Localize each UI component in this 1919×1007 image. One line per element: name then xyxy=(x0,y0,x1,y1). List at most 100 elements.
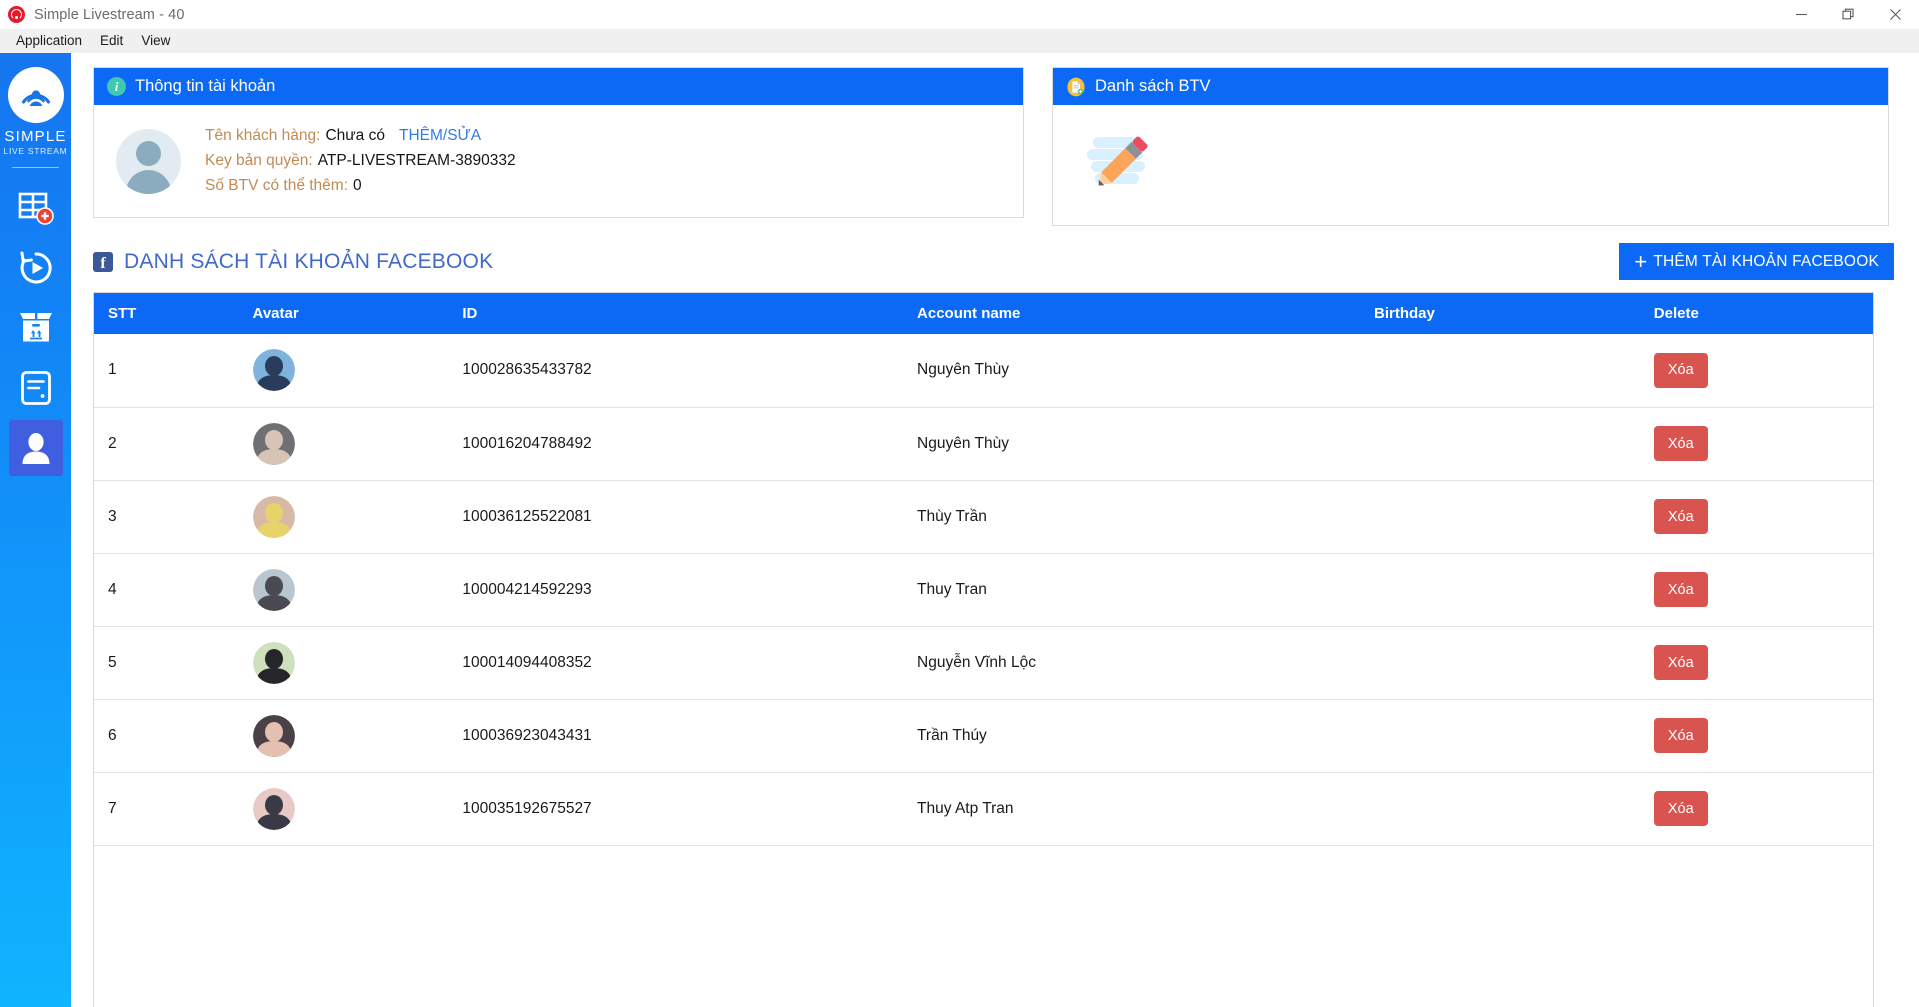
menu-item-application[interactable]: Application xyxy=(7,30,91,51)
menu-item-edit[interactable]: Edit xyxy=(91,30,132,51)
sidebar: SIMPLE LIVE STREAM xyxy=(0,53,71,1007)
cell-avatar xyxy=(238,480,449,554)
delete-row-button[interactable]: Xóa xyxy=(1653,426,1708,461)
btv-panel-body xyxy=(1053,105,1888,225)
cell-birthday xyxy=(1360,334,1640,408)
delete-row-button[interactable]: Xóa xyxy=(1653,352,1708,388)
cell-avatar xyxy=(238,553,449,627)
menu-item-view[interactable]: View xyxy=(132,30,179,51)
sidebar-item-document[interactable] xyxy=(9,360,63,416)
edit-customer-name-link[interactable]: THÊM/SỬA xyxy=(399,127,481,145)
btv-panel-header: Danh sách BTV xyxy=(1053,68,1888,105)
sidebar-item-add-table[interactable] xyxy=(9,180,63,236)
cell-birthday xyxy=(1360,699,1640,773)
cell-delete: Xóa xyxy=(1639,334,1873,408)
avatar xyxy=(252,422,295,465)
column-header-stt: STT xyxy=(94,293,239,334)
column-header-birthday: Birthday xyxy=(1360,293,1640,334)
body: SIMPLE LIVE STREAM i Thông tin tài khoản… xyxy=(0,53,1919,1007)
table-row: 5 100014094408352 Nguyễn Vĩnh Lộc Xóa xyxy=(94,626,1873,700)
cell-account-name: Thùy Trần xyxy=(903,480,1361,554)
cell-id: 100004214592293 xyxy=(448,553,904,627)
table-row: 2 100016204788492 Nguyên Thùy Xóa xyxy=(94,407,1873,481)
sidebar-item-replay[interactable] xyxy=(9,240,63,296)
cell-delete: Xóa xyxy=(1639,407,1873,481)
cell-stt: 7 xyxy=(94,772,239,846)
cell-id: 100016204788492 xyxy=(448,407,904,481)
pencil-icon xyxy=(1079,136,1163,207)
cell-id: 100014094408352 xyxy=(448,626,904,700)
column-header-delete: Delete xyxy=(1639,293,1873,334)
broadcast-icon xyxy=(8,6,25,23)
default-avatar-icon xyxy=(116,129,181,194)
account-row-customer-name: Tên khách hàng: Chưa có THÊM/SỬA xyxy=(205,127,516,145)
facebook-icon: f xyxy=(93,251,113,272)
delete-row-button[interactable]: Xóa xyxy=(1653,645,1708,680)
cell-birthday xyxy=(1360,553,1640,627)
cell-account-name: Trần Thúy xyxy=(903,699,1361,773)
btv-count-value: 0 xyxy=(353,177,362,194)
account-row-btv-count: Số BTV có thể thêm: 0 xyxy=(205,177,516,195)
add-table-icon xyxy=(18,190,54,226)
btv-panel-title: Danh sách BTV xyxy=(1095,77,1211,95)
cell-id: 100036923043431 xyxy=(448,699,904,773)
main-content: i Thông tin tài khoản Tên khách hàng: Ch… xyxy=(71,53,1919,1007)
info-icon: i xyxy=(107,77,126,96)
column-header-id: ID xyxy=(448,293,904,334)
avatar xyxy=(252,714,295,757)
document-badge-icon xyxy=(1066,77,1086,97)
sidebar-item-account[interactable] xyxy=(8,419,63,476)
cell-delete: Xóa xyxy=(1639,480,1873,554)
cell-birthday xyxy=(1360,407,1640,481)
delete-row-button[interactable]: Xóa xyxy=(1653,572,1708,607)
restore-button[interactable] xyxy=(1825,0,1872,29)
cell-avatar xyxy=(238,334,449,408)
delete-row-button[interactable]: Xóa xyxy=(1653,791,1708,826)
account-panel-header: i Thông tin tài khoản xyxy=(94,68,1023,105)
table-row: 7 100035192675527 Thuy Atp Tran Xóa xyxy=(94,772,1873,846)
account-row-license-key: Key bản quyền: ATP-LIVESTREAM-3890332 xyxy=(205,152,516,170)
minimize-button[interactable] xyxy=(1778,0,1825,29)
table-row: 4 100004214592293 Thuy Tran Xóa xyxy=(94,553,1873,627)
window-title: Simple Livestream - 40 xyxy=(34,6,185,23)
logo-line-2: LIVE STREAM xyxy=(3,145,68,156)
sidebar-nav xyxy=(0,180,71,480)
cell-avatar xyxy=(238,699,449,773)
license-key-value: ATP-LIVESTREAM-3890332 xyxy=(317,152,516,169)
cell-account-name: Nguyên Thùy xyxy=(903,334,1361,408)
sidebar-item-package[interactable] xyxy=(9,300,63,356)
cell-account-name: Nguyên Thùy xyxy=(903,407,1361,481)
avatar xyxy=(252,641,295,684)
cell-stt: 5 xyxy=(94,626,239,700)
btv-list-panel: Danh sách BTV xyxy=(1052,67,1889,226)
sidebar-divider xyxy=(12,166,59,168)
account-panel-body: Tên khách hàng: Chưa có THÊM/SỬA Key bản… xyxy=(94,105,1023,217)
facebook-section-header: f DANH SÁCH TÀI KHOẢN FACEBOOK + THÊM TÀ… xyxy=(93,243,1903,280)
customer-name-value: Chưa có xyxy=(325,127,385,144)
table-row: 3 100036125522081 Thùy Trần Xóa xyxy=(94,480,1873,554)
account-info-panel: i Thông tin tài khoản Tên khách hàng: Ch… xyxy=(93,67,1024,218)
account-details: Tên khách hàng: Chưa có THÊM/SỬA Key bản… xyxy=(205,123,516,195)
column-header-avatar: Avatar xyxy=(238,293,449,334)
section-title-group: f DANH SÁCH TÀI KHOẢN FACEBOOK xyxy=(93,250,493,274)
avatar xyxy=(252,787,295,830)
btv-count-label: Số BTV có thể thêm: xyxy=(205,177,349,194)
cell-stt: 6 xyxy=(94,699,239,773)
app-logo xyxy=(7,67,64,123)
cell-birthday xyxy=(1360,480,1640,554)
window-controls xyxy=(1778,0,1919,29)
cell-stt: 2 xyxy=(94,407,239,481)
title-bar-left: Simple Livestream - 40 xyxy=(0,6,184,23)
delete-row-button[interactable]: Xóa xyxy=(1653,718,1708,753)
cell-account-name: Thuy Tran xyxy=(903,553,1361,627)
avatar xyxy=(252,568,295,611)
avatar xyxy=(252,349,295,392)
cell-birthday xyxy=(1360,772,1640,846)
close-button[interactable] xyxy=(1872,0,1919,29)
cell-delete: Xóa xyxy=(1639,626,1873,700)
cell-delete: Xóa xyxy=(1639,772,1873,846)
delete-row-button[interactable]: Xóa xyxy=(1653,499,1708,534)
menu-bar: Application Edit View xyxy=(0,29,1919,53)
cell-account-name: Thuy Atp Tran xyxy=(903,772,1361,846)
add-facebook-account-button[interactable]: + THÊM TÀI KHOẢN FACEBOOK xyxy=(1619,243,1894,280)
